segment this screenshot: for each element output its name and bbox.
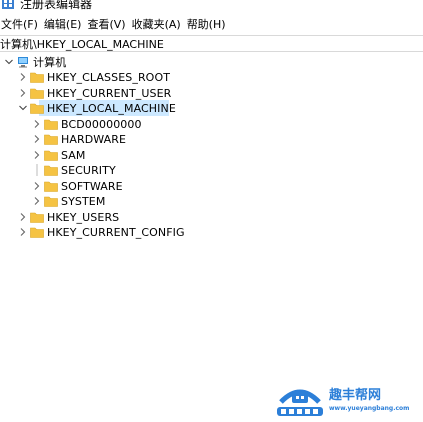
tree-node-label: HKEY_CLASSES_ROOT bbox=[47, 70, 171, 84]
address-path[interactable]: 计算机\HKEY_LOCAL_MACHINE bbox=[0, 36, 164, 52]
watermark-url: www.yueyangbang.com bbox=[329, 405, 410, 412]
folder-icon bbox=[44, 119, 58, 130]
tree-node-label: HKEY_CURRENT_CONFIG bbox=[47, 225, 185, 239]
folder-icon bbox=[30, 212, 44, 223]
menu-help[interactable]: 帮助(H) bbox=[187, 16, 230, 32]
tree-node-label: SAM bbox=[61, 148, 86, 162]
regedit-icon bbox=[2, 0, 14, 9]
menu-edit[interactable]: 编辑(E) bbox=[44, 16, 86, 32]
chevron-right-icon[interactable] bbox=[18, 69, 28, 85]
watermark: 趣丰帮网 www.yueyangbang.com bbox=[275, 380, 423, 422]
chevron-down-icon[interactable] bbox=[18, 100, 28, 116]
tree-node-hardware[interactable]: HARDWARE bbox=[32, 131, 126, 147]
folder-icon bbox=[44, 150, 58, 161]
chevron-down-icon[interactable] bbox=[4, 54, 14, 70]
tree-node-hkey-current-config[interactable]: HKEY_CURRENT_CONFIG bbox=[18, 224, 185, 240]
menu-favorites[interactable]: 收藏夹(A) bbox=[132, 16, 185, 32]
tree-node-computer[interactable]: 计算机 bbox=[4, 54, 66, 70]
title-bar: 注册表编辑器 bbox=[0, 0, 423, 14]
folder-icon bbox=[30, 72, 44, 83]
chevron-right-icon[interactable] bbox=[32, 193, 42, 209]
chevron-right-icon[interactable] bbox=[32, 178, 42, 194]
tree-node-hkey-users[interactable]: HKEY_USERS bbox=[18, 209, 119, 225]
menu-view[interactable]: 查看(V) bbox=[87, 16, 129, 32]
chevron-right-icon[interactable] bbox=[18, 85, 28, 101]
tree-node-label: HKEY_USERS bbox=[47, 210, 120, 224]
chevron-right-icon[interactable] bbox=[18, 209, 28, 225]
chevron-right-icon[interactable] bbox=[32, 116, 42, 132]
tree-node-software[interactable]: SOFTWARE bbox=[32, 178, 123, 194]
tree-node-sam[interactable]: SAM bbox=[32, 147, 86, 163]
chevron-right-icon[interactable] bbox=[32, 147, 42, 163]
tree-node-label: SECURITY bbox=[61, 163, 116, 177]
tree-node-label: HKEY_LOCAL_MACHINE bbox=[47, 101, 176, 115]
folder-icon bbox=[44, 165, 58, 176]
tree-node-system[interactable]: SYSTEM bbox=[32, 193, 105, 209]
tree-node-label: HKEY_CURRENT_USER bbox=[47, 86, 172, 100]
watermark-title: 趣丰帮网 bbox=[329, 388, 382, 403]
menu-bar: 文件(F) 编辑(E) 查看(V) 收藏夹(A) 帮助(H) bbox=[0, 15, 423, 33]
menu-file[interactable]: 文件(F) bbox=[0, 16, 42, 32]
computer-icon bbox=[18, 57, 28, 68]
tree-node-security[interactable]: SECURITY bbox=[32, 162, 116, 178]
tree-node-hkey-current-user[interactable]: HKEY_CURRENT_USER bbox=[18, 85, 171, 101]
tree-node-label: BCD00000000 bbox=[61, 117, 142, 131]
folder-icon bbox=[44, 181, 58, 192]
watermark-logo-icon bbox=[277, 389, 323, 416]
chevron-right-icon[interactable] bbox=[32, 131, 42, 147]
window-title: 注册表编辑器 bbox=[20, 0, 93, 11]
tree-node-label: SYSTEM bbox=[61, 194, 106, 208]
tree-node-label: SOFTWARE bbox=[61, 179, 123, 193]
tree-node-bcd00000000[interactable]: BCD00000000 bbox=[32, 116, 142, 132]
tree-line bbox=[32, 162, 42, 178]
folder-icon bbox=[44, 196, 58, 207]
folder-open-icon bbox=[30, 103, 44, 114]
folder-icon bbox=[44, 134, 58, 145]
tree-node-hkey-classes-root[interactable]: HKEY_CLASSES_ROOT bbox=[18, 69, 170, 85]
folder-icon bbox=[30, 227, 44, 238]
folder-icon bbox=[30, 88, 44, 99]
address-bar[interactable]: 计算机\HKEY_LOCAL_MACHINE bbox=[0, 35, 423, 52]
chevron-right-icon[interactable] bbox=[18, 224, 28, 240]
tree-node-hkey-local-machine[interactable]: HKEY_LOCAL_MACHINE bbox=[18, 100, 176, 116]
tree-node-label: HARDWARE bbox=[61, 132, 127, 146]
tree-node-label: 计算机 bbox=[33, 56, 67, 69]
